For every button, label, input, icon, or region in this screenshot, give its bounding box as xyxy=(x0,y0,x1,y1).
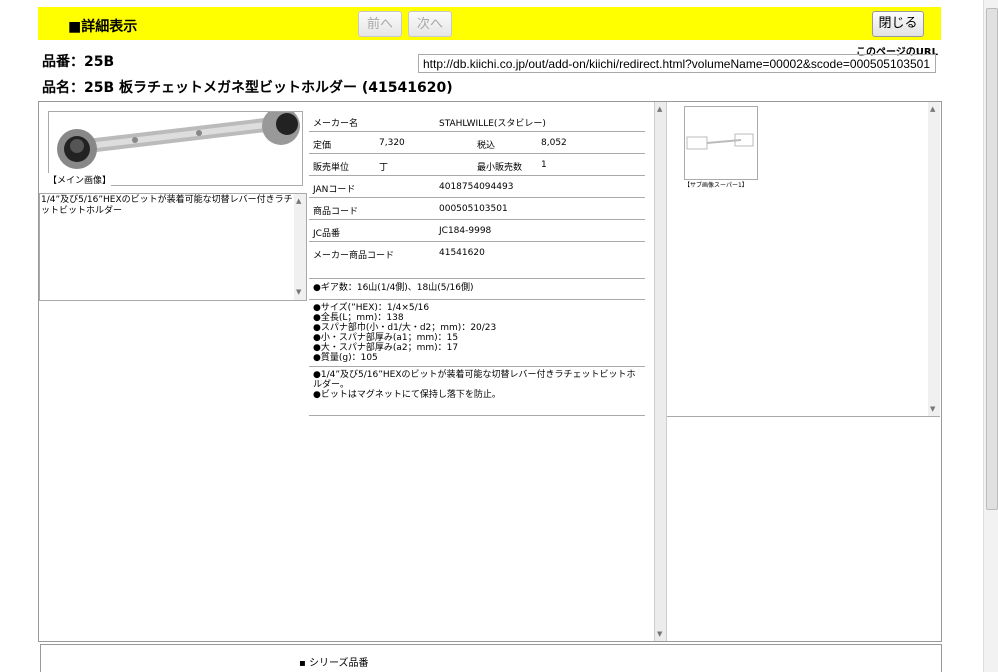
scroll-down-icon[interactable]: ▼ xyxy=(296,287,301,298)
feature-line: ●1/4”及び5/16”HEXのビットが装着可能な切替レバー付きラチェットビット… xyxy=(313,370,636,390)
spec-value: 8,052 xyxy=(541,138,567,148)
spec-row-maker-code: メーカー商品コード 41541620 xyxy=(309,242,645,279)
description-text: 1/4”及び5/16”HEXのビットが装着可能な切替レバー付きラチェットビットホ… xyxy=(41,195,302,216)
dimension-notes: ●サイズ(”HEX)：1/4×5/16 ●全長(L；mm)：138 ●スパナ部巾… xyxy=(309,300,645,367)
spec-label: JANコード xyxy=(313,185,356,195)
dim-line: ●スパナ部巾(小・d1/大・d2；mm)：20/23 xyxy=(313,323,497,333)
dim-line: ●サイズ(”HEX)：1/4×5/16 xyxy=(313,303,430,313)
page-title: ■詳細表示 xyxy=(68,19,138,35)
center-scrollbar[interactable]: ▲ ▼ xyxy=(654,102,667,641)
spec-row-jan: JANコード 4018754094493 xyxy=(309,176,645,198)
product-name: 品名：25B 板ラチェットメガネ型ビットホルダー (41541620) xyxy=(42,80,453,96)
next-button[interactable]: 次へ xyxy=(408,11,452,37)
prev-button[interactable]: 前へ xyxy=(358,11,402,37)
spec-value: 41541620 xyxy=(439,248,485,258)
feature-notes: ●1/4”及び5/16”HEXのビットが装着可能な切替レバー付きラチェットビット… xyxy=(309,367,645,416)
spec-row-code: 商品コード 000505103501 xyxy=(309,198,645,220)
spec-value: 7,320 xyxy=(379,138,405,148)
spec-label: JC品番 xyxy=(313,229,340,239)
sub-image-drawing xyxy=(686,133,754,150)
sub-image-thumbnail[interactable] xyxy=(684,106,758,180)
spec-row-maker: メーカー名 STAHLWILLE(スタビレー) xyxy=(309,110,645,132)
left-pane: 【メイン画像】 1/4”及び5/16”HEXのビットが装着可能な切替レバー付きラ… xyxy=(39,102,654,641)
spec-label: 販売単位 xyxy=(313,163,350,173)
spec-label: メーカー名 xyxy=(313,119,359,129)
top-toolbar: ■詳細表示 前へ 次へ 閉じる xyxy=(38,7,941,40)
dim-line: ●質量(g)：105 xyxy=(313,353,378,363)
spec-row-jc: JC品番 JC184-9998 xyxy=(309,220,645,242)
spec-value: STAHLWILLE(スタビレー) xyxy=(439,119,546,129)
spec-label: 商品コード xyxy=(313,207,359,217)
page-scroll-thumb[interactable] xyxy=(986,8,998,510)
page-scrollbar[interactable] xyxy=(983,0,998,672)
sub-image-pane: 【サブ画像スーパー1】 ▲ ▼ xyxy=(667,102,940,417)
spec-label: 税込 xyxy=(477,141,496,151)
dim-line: ●大・スパナ部厚み(a2；mm)：17 xyxy=(313,343,459,353)
gear-note: ●ギア数：16山(1/4側)、18山(5/16側) xyxy=(309,279,645,300)
spec-value: 000505103501 xyxy=(439,204,508,214)
main-image-caption: 【メイン画像】 xyxy=(48,173,112,186)
scroll-up-icon[interactable]: ▲ xyxy=(930,105,935,113)
ratchet-wrench-image xyxy=(57,107,300,169)
series-frame: ▪ シリーズ品番 xyxy=(40,644,942,672)
description-scrollbar[interactable]: ▲ ▼ xyxy=(294,194,306,300)
spec-value: JC184-9998 xyxy=(439,226,492,236)
scroll-down-icon[interactable]: ▼ xyxy=(657,630,662,638)
spec-row-unit: 販売単位 丁 最小販売数 1 xyxy=(309,154,645,176)
dim-line: ●全長(L；mm)：138 xyxy=(313,313,404,323)
spec-label: 定価 xyxy=(313,141,332,151)
series-label-text: シリーズ品番 xyxy=(308,658,369,669)
spec-row-price: 定価 7,320 税込 8,052 xyxy=(309,132,645,154)
spec-value: 4018754094493 xyxy=(439,182,514,192)
scroll-up-icon[interactable]: ▲ xyxy=(657,105,662,113)
detail-frame: 【メイン画像】 1/4”及び5/16”HEXのビットが装着可能な切替レバー付きラ… xyxy=(38,101,942,642)
product-number: 品番：25B xyxy=(42,54,115,70)
spec-value: 丁 xyxy=(379,163,389,173)
scroll-up-icon[interactable]: ▲ xyxy=(296,196,301,207)
description-box: 1/4”及び5/16”HEXのビットが装着可能な切替レバー付きラチェットビットホ… xyxy=(39,193,307,301)
spec-value: 1 xyxy=(541,160,547,170)
url-field[interactable]: http://db.kiichi.co.jp/out/add-on/kiichi… xyxy=(418,54,936,73)
series-label: ▪ シリーズ品番 xyxy=(299,658,369,669)
close-button[interactable]: 閉じる xyxy=(872,11,924,37)
sub-image-scrollbar[interactable]: ▲ ▼ xyxy=(928,102,940,416)
feature-line: ●ビットはマグネットにて保持し落下を防止。 xyxy=(313,390,501,400)
spec-label: 最小販売数 xyxy=(477,163,523,173)
scroll-down-icon[interactable]: ▼ xyxy=(930,405,935,413)
sub-image-caption: 【サブ画像スーパー1】 xyxy=(684,182,748,189)
spec-label: メーカー商品コード xyxy=(313,251,395,261)
spec-table: メーカー名 STAHLWILLE(スタビレー) 定価 7,320 税込 8,05… xyxy=(309,110,645,416)
dim-line: ●小・スパナ部厚み(a1；mm)：15 xyxy=(313,333,459,343)
gear-text: ●ギア数：16山(1/4側)、18山(5/16側) xyxy=(313,283,474,293)
